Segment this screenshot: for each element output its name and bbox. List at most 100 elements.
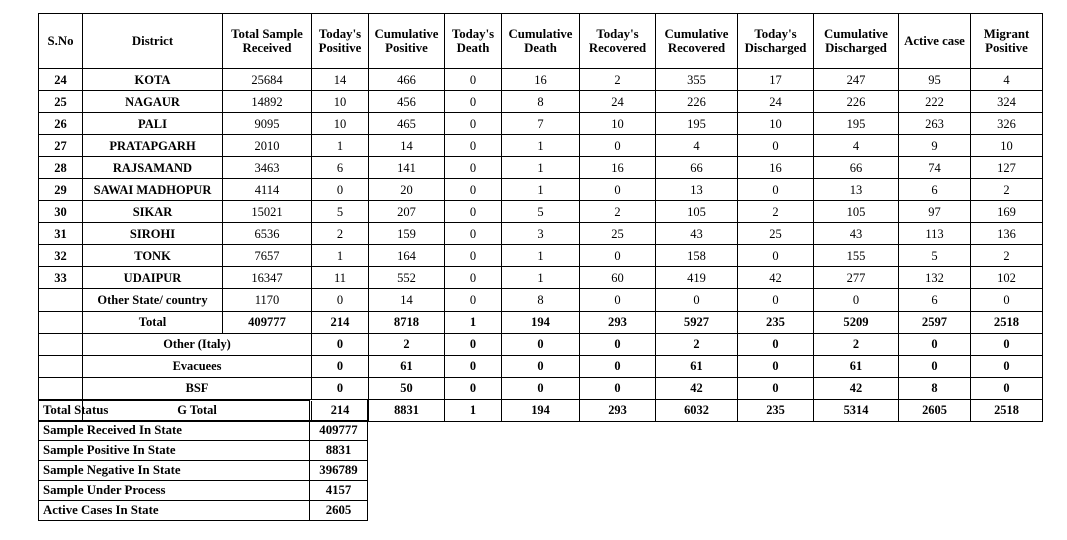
column-header-todays-death: Today's Death [444,13,502,69]
cell-cumulative-positive: 466 [368,68,445,91]
total-row-todays-recovered: 293 [579,311,656,334]
cell-sno-blank [38,311,83,334]
cell-district: SIKAR [82,200,223,223]
column-header-migrant-positive: Migrant Positive [970,13,1043,69]
cell-cumulative-death: 1 [501,178,580,201]
cell-todays-death: 0 [444,68,502,91]
grand-total-row-cumulative-positive: 8831 [368,399,445,422]
summary-row-cumulative-death: 0 [501,377,580,400]
cell-todays-discharged: 24 [737,90,814,113]
summary-row-todays-discharged: 0 [737,333,814,356]
cell-active-case: 222 [898,90,971,113]
cell-sno-blank [38,355,83,378]
summary-row-todays-positive: 0 [311,377,369,400]
status-row: Sample Positive In State 8831 [38,440,368,461]
grand-total-row-active-case: 2605 [898,399,971,422]
cell-cumulative-recovered: 4 [655,134,738,157]
cell-todays-recovered: 10 [579,112,656,135]
status-row-label: Sample Negative In State [38,460,310,481]
summary-row-todays-death: 0 [444,355,502,378]
cell-cumulative-discharged: 195 [813,112,899,135]
cell-sno: 24 [38,68,83,91]
table-total-row: Total 409777 214 8718 1 194 293 5927 235 5209 2597… [38,311,1043,334]
status-row-value: 409777 [309,420,368,441]
cell-total-sample-received: 1170 [222,288,312,312]
cell-district: PALI [82,112,223,135]
cell-todays-positive: 6 [311,156,369,179]
status-row-label: Sample Received In State [38,420,310,441]
cell-cumulative-death: 8 [501,288,580,312]
cell-cumulative-discharged: 0 [813,288,899,312]
cell-cumulative-discharged: 13 [813,178,899,201]
cell-todays-positive: 11 [311,266,369,289]
column-header-cumulative-discharged: Cumulative Discharged [813,13,899,69]
cell-cumulative-recovered: 158 [655,244,738,267]
cell-migrant-positive: 10 [970,134,1043,157]
cell-cumulative-discharged: 4 [813,134,899,157]
grand-total-row-migrant-positive: 2518 [970,399,1043,422]
cell-todays-positive: 1 [311,134,369,157]
cell-sno: 29 [38,178,83,201]
status-rows: Sample Received In State 409777 Sample Pos… [38,420,368,521]
cell-cumulative-positive: 20 [368,178,445,201]
table-summary-row: BSF 0 50 0 0 0 42 0 42 8 0 [38,377,1043,400]
summary-row-todays-death: 0 [444,377,502,400]
table-row: 31 SIROHI 6536 2 159 0 3 25 43 25 43 113 136 [38,222,1043,245]
status-row-value: 2605 [309,500,368,521]
cell-cumulative-death: 7 [501,112,580,135]
cell-cumulative-discharged: 226 [813,90,899,113]
summary-row-label: Evacuees [82,355,312,378]
column-header-todays-discharged: Today's Discharged [737,13,814,69]
district-covid-table: S.No District Total Sample Received Toda… [38,13,1043,422]
cell-cumulative-positive: 14 [368,288,445,312]
cell-district: SIROHI [82,222,223,245]
table-row: 33 UDAIPUR 16347 11 552 0 1 60 419 42 277 132 102 [38,266,1043,289]
cell-total-sample-received: 4114 [222,178,312,201]
table-row: 27 PRATAPGARH 2010 1 14 0 1 0 4 0 4 9 10 [38,134,1043,157]
cell-cumulative-recovered: 419 [655,266,738,289]
summary-row-active-case: 0 [898,333,971,356]
cell-district: UDAIPUR [82,266,223,289]
cell-cumulative-death: 1 [501,266,580,289]
cell-cumulative-death: 8 [501,90,580,113]
status-row: Sample Negative In State 396789 [38,460,368,481]
cell-cumulative-recovered: 105 [655,200,738,223]
cell-todays-recovered: 16 [579,156,656,179]
header-row: S.No District Total Sample Received Toda… [38,13,1043,69]
summary-row-cumulative-positive: 50 [368,377,445,400]
column-header-active-case: Active case [898,13,971,69]
status-row-label: Sample Positive In State [38,440,310,461]
cell-migrant-positive: 136 [970,222,1043,245]
cell-cumulative-recovered: 195 [655,112,738,135]
summary-row-todays-positive: 0 [311,355,369,378]
summary-row-cumulative-recovered: 42 [655,377,738,400]
summary-row-label: Other (Italy) [82,333,312,356]
table-row: 28 RAJSAMAND 3463 6 141 0 1 16 66 16 66 74 127 [38,156,1043,179]
cell-cumulative-discharged: 66 [813,156,899,179]
summary-row-migrant-positive: 0 [970,333,1043,356]
cell-todays-discharged: 0 [737,244,814,267]
cell-cumulative-death: 1 [501,156,580,179]
column-header-cumulative-recovered: Cumulative Recovered [655,13,738,69]
cell-migrant-positive: 324 [970,90,1043,113]
cell-cumulative-recovered: 355 [655,68,738,91]
cell-total-sample-received: 7657 [222,244,312,267]
cell-district: KOTA [82,68,223,91]
table-summary-row: Other (Italy) 0 2 0 0 0 2 0 2 0 0 [38,333,1043,356]
summary-row-label: BSF [82,377,312,400]
table-header: S.No District Total Sample Received Toda… [38,13,1043,69]
cell-todays-death: 0 [444,112,502,135]
cell-sno: 33 [38,266,83,289]
cell-sno: 32 [38,244,83,267]
cell-active-case: 132 [898,266,971,289]
cell-todays-discharged: 16 [737,156,814,179]
cell-todays-discharged: 0 [737,288,814,312]
table-row: 30 SIKAR 15021 5 207 0 5 2 105 2 105 97 169 [38,200,1043,223]
total-row-todays-positive: 214 [311,311,369,334]
cell-total-sample-received: 9095 [222,112,312,135]
summary-row-cumulative-recovered: 2 [655,333,738,356]
total-row-todays-death: 1 [444,311,502,334]
summary-row-migrant-positive: 0 [970,377,1043,400]
table-summary-row: Evacuees 0 61 0 0 0 61 0 61 0 0 [38,355,1043,378]
cell-total-sample-received: 25684 [222,68,312,91]
